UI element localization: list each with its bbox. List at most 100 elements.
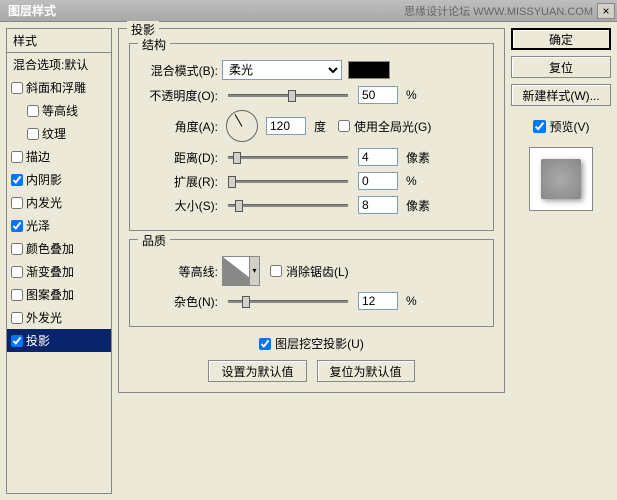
noise-unit: % [406, 294, 417, 308]
preview-row[interactable]: 预览(V) [511, 118, 611, 135]
right-panel: 确定 复位 新建样式(W)... 预览(V) [511, 28, 611, 494]
knockout-row: 图层挖空投影(U) [129, 335, 494, 352]
style-item[interactable]: 图案叠加 [7, 283, 111, 306]
quality-title: 品质 [138, 232, 170, 249]
titlebar: 图层样式 思缘设计论坛 WWW.MISSYUAN.COM × [0, 0, 617, 22]
new-style-button[interactable]: 新建样式(W)... [511, 84, 611, 106]
contour-picker[interactable]: ▾ [222, 256, 260, 286]
contour-row: 等高线: ▾ 消除锯齿(L) [140, 256, 483, 286]
size-label: 大小(S): [140, 197, 218, 214]
style-label: 内阴影 [26, 171, 62, 188]
style-label: 颜色叠加 [26, 240, 74, 257]
style-checkbox[interactable] [11, 151, 23, 163]
spread-row: 扩展(R): % [140, 172, 483, 190]
noise-row: 杂色(N): % [140, 292, 483, 310]
main-area: 样式 混合选项:默认 斜面和浮雕等高线纹理描边内阴影内发光光泽颜色叠加渐变叠加图… [0, 22, 617, 500]
knockout-cb-row[interactable]: 图层挖空投影(U) [259, 335, 364, 352]
styles-header[interactable]: 样式 [6, 28, 112, 53]
style-item[interactable]: 内阴影 [7, 168, 111, 191]
style-item[interactable]: 等高线 [7, 99, 111, 122]
styles-panel: 样式 混合选项:默认 斜面和浮雕等高线纹理描边内阴影内发光光泽颜色叠加渐变叠加图… [6, 28, 112, 494]
style-checkbox[interactable] [11, 197, 23, 209]
opacity-slider[interactable] [228, 87, 348, 103]
preview-box [529, 147, 593, 211]
structure-fieldset: 结构 混合模式(B): 柔光 不透明度(O): % 角度(A): 度 [129, 43, 494, 231]
style-label: 纹理 [42, 125, 66, 142]
noise-input[interactable] [358, 292, 398, 310]
style-label: 光泽 [26, 217, 50, 234]
angle-dial[interactable] [226, 110, 258, 142]
ok-button[interactable]: 确定 [511, 28, 611, 50]
style-checkbox[interactable] [11, 82, 23, 94]
preview-label: 预览(V) [550, 118, 590, 135]
distance-input[interactable] [358, 148, 398, 166]
chevron-down-icon[interactable]: ▾ [249, 257, 259, 285]
blend-options-row[interactable]: 混合选项:默认 [7, 53, 111, 76]
style-checkbox[interactable] [11, 312, 23, 324]
noise-label: 杂色(N): [140, 293, 218, 310]
style-item[interactable]: 颜色叠加 [7, 237, 111, 260]
style-item[interactable]: 外发光 [7, 306, 111, 329]
watermark: 思缘设计论坛 WWW.MISSYUAN.COM [404, 3, 593, 19]
distance-label: 距离(D): [140, 149, 218, 166]
style-item[interactable]: 斜面和浮雕 [7, 76, 111, 99]
style-item[interactable]: 光泽 [7, 214, 111, 237]
knockout-checkbox[interactable] [259, 338, 271, 350]
angle-row: 角度(A): 度 使用全局光(G) [140, 110, 483, 142]
blend-mode-row: 混合模式(B): 柔光 [140, 60, 483, 80]
style-checkbox[interactable] [27, 105, 39, 117]
angle-label: 角度(A): [140, 118, 218, 135]
reset-default-button[interactable]: 复位为默认值 [317, 360, 415, 382]
antialias-row[interactable]: 消除锯齿(L) [270, 263, 349, 280]
style-checkbox[interactable] [11, 266, 23, 278]
style-label: 内发光 [26, 194, 62, 211]
spread-unit: % [406, 174, 417, 188]
global-light-checkbox[interactable] [338, 120, 350, 132]
center-panel: 投影 结构 混合模式(B): 柔光 不透明度(O): % 角度(A): [118, 28, 505, 494]
style-item[interactable]: 描边 [7, 145, 111, 168]
blend-mode-label: 混合模式(B): [140, 62, 218, 79]
style-label: 描边 [26, 148, 50, 165]
style-checkbox[interactable] [27, 128, 39, 140]
style-item[interactable]: 纹理 [7, 122, 111, 145]
style-checkbox[interactable] [11, 220, 23, 232]
style-label: 投影 [26, 332, 50, 349]
preview-checkbox[interactable] [533, 120, 546, 133]
set-default-button[interactable]: 设置为默认值 [208, 360, 306, 382]
quality-fieldset: 品质 等高线: ▾ 消除锯齿(L) 杂色(N): [129, 239, 494, 327]
noise-slider[interactable] [228, 293, 348, 309]
style-checkbox[interactable] [11, 335, 23, 347]
distance-unit: 像素 [406, 149, 430, 166]
contour-label: 等高线: [140, 263, 218, 280]
style-label: 图案叠加 [26, 286, 74, 303]
opacity-input[interactable] [358, 86, 398, 104]
knockout-label: 图层挖空投影(U) [275, 335, 364, 352]
defaults-row: 设置为默认值 复位为默认值 [129, 360, 494, 382]
size-input[interactable] [358, 196, 398, 214]
spread-slider[interactable] [228, 173, 348, 189]
style-checkbox[interactable] [11, 174, 23, 186]
close-button[interactable]: × [597, 3, 615, 19]
style-checkbox[interactable] [11, 289, 23, 301]
preview-thumbnail [541, 159, 581, 199]
shadow-color-swatch[interactable] [348, 61, 390, 79]
style-item[interactable]: 内发光 [7, 191, 111, 214]
style-item[interactable]: 投影 [7, 329, 111, 352]
style-item[interactable]: 渐变叠加 [7, 260, 111, 283]
styles-list: 混合选项:默认 斜面和浮雕等高线纹理描边内阴影内发光光泽颜色叠加渐变叠加图案叠加… [6, 53, 112, 494]
size-slider[interactable] [228, 197, 348, 213]
distance-slider[interactable] [228, 149, 348, 165]
window-title: 图层样式 [2, 2, 404, 19]
size-row: 大小(S): 像素 [140, 196, 483, 214]
blend-mode-select[interactable]: 柔光 [222, 60, 342, 80]
spread-input[interactable] [358, 172, 398, 190]
opacity-label: 不透明度(O): [140, 87, 218, 104]
style-label: 等高线 [42, 102, 78, 119]
global-light-row[interactable]: 使用全局光(G) [338, 118, 431, 135]
style-checkbox[interactable] [11, 243, 23, 255]
angle-unit: 度 [314, 118, 326, 135]
global-light-label: 使用全局光(G) [354, 118, 431, 135]
antialias-checkbox[interactable] [270, 265, 282, 277]
cancel-button[interactable]: 复位 [511, 56, 611, 78]
angle-input[interactable] [266, 117, 306, 135]
